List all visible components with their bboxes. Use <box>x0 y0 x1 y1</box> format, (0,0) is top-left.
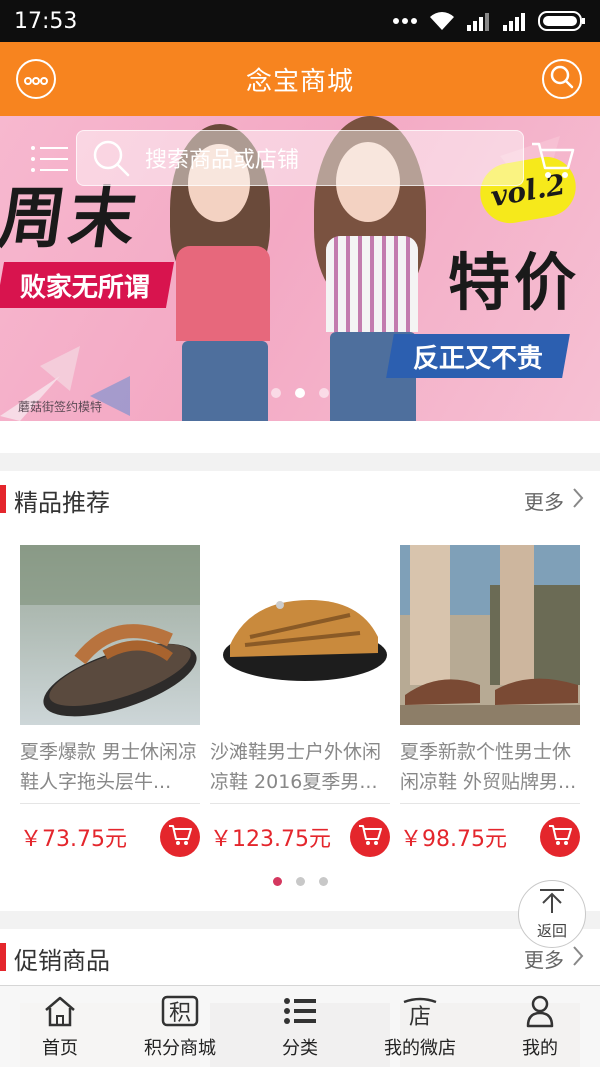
menu-more-button[interactable] <box>16 59 56 99</box>
app-screen: 17:53 念宝商城 周末 败家无所谓 特价 vol.2 反正又不贵 蘑菇街签约… <box>0 0 600 1067</box>
price-row: ￥123.75元 <box>210 804 390 870</box>
points-icon: 积 <box>161 994 199 1028</box>
user-icon <box>523 994 557 1028</box>
nav-item-profile[interactable]: 我的 <box>480 986 600 1067</box>
status-icons <box>392 10 586 32</box>
product-image-sandal-1[interactable] <box>20 545 200 725</box>
nav-label: 分类 <box>282 1038 318 1059</box>
nav-label: 首页 <box>42 1038 78 1059</box>
nav-label: 我的微店 <box>384 1038 456 1059</box>
product-price: ￥98.75元 <box>400 827 507 852</box>
nav-item-my-store[interactable]: 店 我的微店 <box>360 986 480 1067</box>
nav-item-points-mall[interactable]: 积 积分商城 <box>120 986 240 1067</box>
cart-icon <box>358 824 382 850</box>
menu-lines-icon <box>30 146 70 178</box>
status-bar: 17:53 <box>0 0 600 42</box>
product-card[interactable]: 沙滩鞋男士户外休闲凉鞋 2016夏季男... ￥123.75元 <box>210 545 390 870</box>
nav-label: 积分商城 <box>144 1038 216 1059</box>
svg-text:积: 积 <box>169 1001 191 1026</box>
recommend-more-link[interactable]: 更多 <box>524 486 584 515</box>
add-to-cart-button[interactable] <box>540 817 580 857</box>
product-image-sandal-3[interactable] <box>400 545 580 725</box>
banner-title-right: 特价 <box>447 246 580 319</box>
recommend-section: 精品推荐 更多 夏季爆款 男士休闲凉鞋人字拖头层牛... ￥73.75元 沙滩鞋… <box>0 471 600 911</box>
add-to-cart-button[interactable] <box>350 817 390 857</box>
product-name: 夏季爆款 男士休闲凉鞋人字拖头层牛... <box>20 741 198 793</box>
promo-header: 促销商品 更多 <box>0 929 600 987</box>
search-icon <box>549 64 575 94</box>
banner-tag-right: 反正又不贵 <box>386 334 570 378</box>
banner-bottom-spacer <box>0 421 600 453</box>
cart-button[interactable] <box>530 140 576 180</box>
back-to-top-button[interactable]: 返回 <box>518 880 586 948</box>
section-accent-bar <box>0 943 6 971</box>
nav-item-home[interactable]: 首页 <box>0 986 120 1067</box>
product-image-sandal-2[interactable] <box>210 545 390 725</box>
store-icon: 店 <box>401 994 439 1028</box>
add-to-cart-button[interactable] <box>160 817 200 857</box>
cart-icon <box>530 142 576 184</box>
ellipsis-icon <box>24 70 48 89</box>
banner-subtitle-right: 反正又不贵 <box>412 343 543 374</box>
pager-dot[interactable] <box>318 877 328 886</box>
banner-tag-left: 败家无所谓 <box>0 262 175 308</box>
nav-label: 我的 <box>522 1038 558 1059</box>
banner-dot[interactable] <box>271 388 281 398</box>
category-menu-button[interactable] <box>30 144 70 174</box>
more-dots-icon <box>392 17 418 25</box>
back-to-top-label: 返回 <box>536 921 567 940</box>
product-price: ￥123.75元 <box>210 827 331 852</box>
recommend-pager <box>0 877 600 886</box>
banner-caption: 蘑菇街签约模特 <box>18 400 103 414</box>
search-placeholder: 搜索商品或店铺 <box>145 148 300 173</box>
banner-pager <box>0 388 600 398</box>
status-time: 17:53 <box>14 8 78 34</box>
recommend-title: 精品推荐 <box>14 488 110 517</box>
product-name: 沙滩鞋男士户外休闲凉鞋 2016夏季男... <box>210 741 382 793</box>
page-title: 念宝商城 <box>245 66 354 97</box>
product-list: 夏季爆款 男士休闲凉鞋人字拖头层牛... ￥73.75元 沙滩鞋男士户外休闲凉鞋… <box>20 545 580 870</box>
app-header: 念宝商城 <box>0 42 600 116</box>
header-search-button[interactable] <box>542 59 582 99</box>
product-card[interactable]: 夏季爆款 男士休闲凉鞋人字拖头层牛... ￥73.75元 <box>20 545 200 870</box>
chevron-right-icon <box>572 487 584 514</box>
banner-dot[interactable] <box>319 388 329 398</box>
recommend-header: 精品推荐 更多 <box>0 471 600 529</box>
chevron-right-icon <box>572 945 584 972</box>
wifi-icon <box>428 10 456 32</box>
section-accent-bar <box>0 485 6 513</box>
banner-subtitle-left: 败家无所谓 <box>19 272 150 303</box>
svg-text:店: 店 <box>409 1005 431 1028</box>
nav-item-category[interactable]: 分类 <box>240 986 360 1067</box>
search-input[interactable]: 搜索商品或店铺 <box>76 130 524 186</box>
search-icon <box>77 138 145 178</box>
price-row: ￥98.75元 <box>400 804 580 870</box>
arrow-up-icon <box>537 888 567 918</box>
signal-icon <box>466 11 492 31</box>
bottom-nav: 首页 积 积分商城 分类 店 我的微店 我的 <box>0 985 600 1067</box>
cart-icon <box>548 824 572 850</box>
signal-icon-2 <box>502 11 528 31</box>
home-icon <box>42 994 78 1028</box>
product-card[interactable]: 夏季新款个性男士休闲凉鞋 外贸贴牌男... ￥98.75元 <box>400 545 580 870</box>
more-label: 更多 <box>524 489 564 514</box>
promo-title: 促销商品 <box>14 946 110 975</box>
list-icon <box>282 994 318 1028</box>
price-row: ￥73.75元 <box>20 804 200 870</box>
product-price: ￥73.75元 <box>20 827 127 852</box>
pager-dot[interactable] <box>295 877 305 886</box>
battery-icon <box>538 10 586 32</box>
more-label: 更多 <box>524 947 564 972</box>
pager-dot-active[interactable] <box>272 877 282 886</box>
cart-icon <box>168 824 192 850</box>
product-name: 夏季新款个性男士休闲凉鞋 外贸贴牌男... <box>400 741 577 793</box>
banner-dot-active[interactable] <box>295 388 305 398</box>
